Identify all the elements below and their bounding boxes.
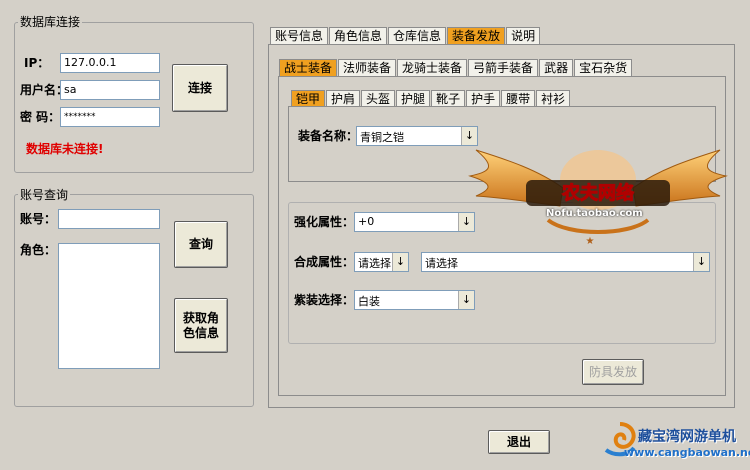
- enhance-select[interactable]: +0 ↓: [354, 212, 475, 232]
- account-label: 账号：: [20, 212, 57, 226]
- synth-select-2[interactable]: 请选择 ↓: [421, 252, 710, 272]
- ip-label: IP：: [24, 56, 50, 70]
- tab-dragon-knight-gear[interactable]: 龙骑士装备: [397, 59, 468, 77]
- equip-name-select[interactable]: 青铜之铠 ↓: [356, 126, 478, 146]
- synth-value-2: 请选择: [425, 257, 458, 270]
- chevron-down-icon[interactable]: ↓: [458, 291, 474, 309]
- connect-button[interactable]: 连接: [172, 64, 228, 112]
- footer-logo: 藏宝湾网游单机 www.cangbaowan.net: [600, 414, 750, 466]
- class-tabs: 战士装备 法师装备 龙骑士装备 弓箭手装备 武器 宝石杂货: [279, 59, 633, 77]
- svg-text:农夫网络: 农夫网络: [561, 182, 634, 204]
- password-field[interactable]: *******: [60, 107, 160, 127]
- query-button[interactable]: 查询: [174, 221, 228, 268]
- set-select[interactable]: 白装 ↓: [354, 290, 475, 310]
- synth-select-1[interactable]: 请选择 ↓: [354, 252, 409, 272]
- tab-role-info[interactable]: 角色信息: [329, 27, 388, 45]
- db-status-text: 数据库未连接!: [26, 142, 104, 156]
- tab-account-info[interactable]: 账号信息: [270, 27, 329, 45]
- main-tabs: 账号信息 角色信息 仓库信息 装备发放 说明: [270, 27, 541, 45]
- chevron-down-icon[interactable]: ↓: [693, 253, 709, 271]
- exit-button[interactable]: 退出: [488, 430, 550, 454]
- tab-instructions[interactable]: 说明: [506, 27, 541, 45]
- chevron-down-icon[interactable]: ↓: [392, 253, 408, 271]
- watermark-text: Nofu.taobao.com: [546, 208, 643, 219]
- db-connection-title: 数据库连接: [18, 15, 83, 29]
- set-label: 紫装选择：: [294, 293, 355, 307]
- user-field[interactable]: sa: [60, 80, 160, 100]
- ip-field[interactable]: 127.0.0.1: [60, 53, 160, 73]
- equip-name-value: 青铜之铠: [360, 131, 404, 144]
- wings-logo: 农夫网络 ★ Nofu.taobao.com: [468, 140, 728, 252]
- tab-archer-gear[interactable]: 弓箭手装备: [468, 59, 539, 77]
- tab-warrior-gear[interactable]: 战士装备: [279, 59, 338, 77]
- tab-gems-misc[interactable]: 宝石杂货: [574, 59, 633, 77]
- password-label: 密 码：: [20, 110, 61, 124]
- enhance-label: 强化属性：: [294, 215, 355, 229]
- issue-armor-button[interactable]: 防具发放: [582, 359, 644, 385]
- footer-logo-url: www.cangbaowan.net: [624, 446, 750, 459]
- synth-value-1: 请选择: [358, 257, 391, 270]
- role-label: 角色：: [20, 243, 57, 257]
- tab-mage-gear[interactable]: 法师装备: [338, 59, 397, 77]
- footer-logo-title: 藏宝湾网游单机: [638, 429, 736, 445]
- tab-weapons[interactable]: 武器: [539, 59, 574, 77]
- tab-warehouse-info[interactable]: 仓库信息: [388, 27, 447, 45]
- account-field[interactable]: [58, 209, 160, 229]
- synth-label: 合成属性：: [294, 255, 355, 269]
- svg-text:★: ★: [586, 236, 595, 247]
- set-value: 白装: [358, 295, 380, 308]
- get-role-button[interactable]: 获取角色信息: [174, 298, 228, 353]
- wings-svg: 农夫网络 ★: [468, 149, 728, 247]
- equip-name-label: 装备名称：: [298, 129, 359, 143]
- enhance-value: +0: [358, 215, 375, 228]
- role-listbox[interactable]: [58, 243, 160, 369]
- account-query-title: 账号查询: [18, 188, 71, 202]
- tab-equipment-issue[interactable]: 装备发放: [447, 27, 506, 45]
